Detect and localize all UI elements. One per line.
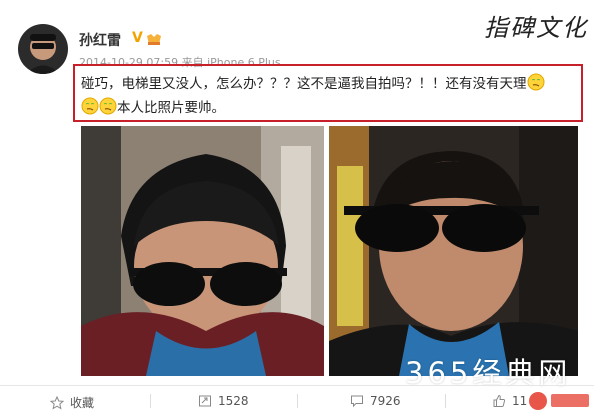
action-divider xyxy=(150,394,151,408)
post-text: 碰巧，电梯里又没人，怎么办？？？这不是逼我自拍吗？！！还有没有天理 xyxy=(81,76,527,92)
post-text-line-1: 碰巧，电梯里又没人，怎么办？？？这不是逼我自拍吗？！！还有没有天理 xyxy=(81,72,545,92)
thumbs-up-icon xyxy=(493,394,506,407)
action-bar: 收藏 1528 7926 11 xyxy=(0,385,594,414)
comment-count: 7926 xyxy=(370,394,401,408)
verified-badge: V xyxy=(132,30,143,46)
post-text: 本人比照片要帅。 xyxy=(117,100,225,116)
site-logo xyxy=(527,388,594,413)
smirk-emoji-icon xyxy=(81,97,99,115)
repost-icon xyxy=(199,395,211,407)
favorite-label: 收藏 xyxy=(70,396,95,410)
author-avatar[interactable] xyxy=(18,24,68,74)
brand-watermark: 指碑文化 xyxy=(484,14,588,42)
action-divider xyxy=(445,394,446,408)
star-icon xyxy=(50,395,64,410)
smirk-emoji-icon xyxy=(527,73,545,91)
like-button[interactable]: 11 xyxy=(492,394,527,408)
smirk-emoji-icon xyxy=(99,97,117,115)
comment-button[interactable]: 7926 xyxy=(350,394,401,408)
post-photo-1[interactable] xyxy=(81,126,324,376)
repost-count: 1528 xyxy=(218,394,249,408)
action-divider xyxy=(297,394,298,408)
author-name[interactable]: 孙红雷 xyxy=(79,30,121,50)
post-text-line-2: 本人比照片要帅。 xyxy=(81,96,225,116)
vip-level-icon xyxy=(145,31,163,45)
comment-icon xyxy=(351,395,363,408)
like-count: 11 xyxy=(512,394,528,408)
repost-button[interactable]: 1528 xyxy=(198,394,249,408)
post-photo-2[interactable] xyxy=(329,126,578,376)
favorite-button[interactable]: 收藏 xyxy=(50,394,94,411)
